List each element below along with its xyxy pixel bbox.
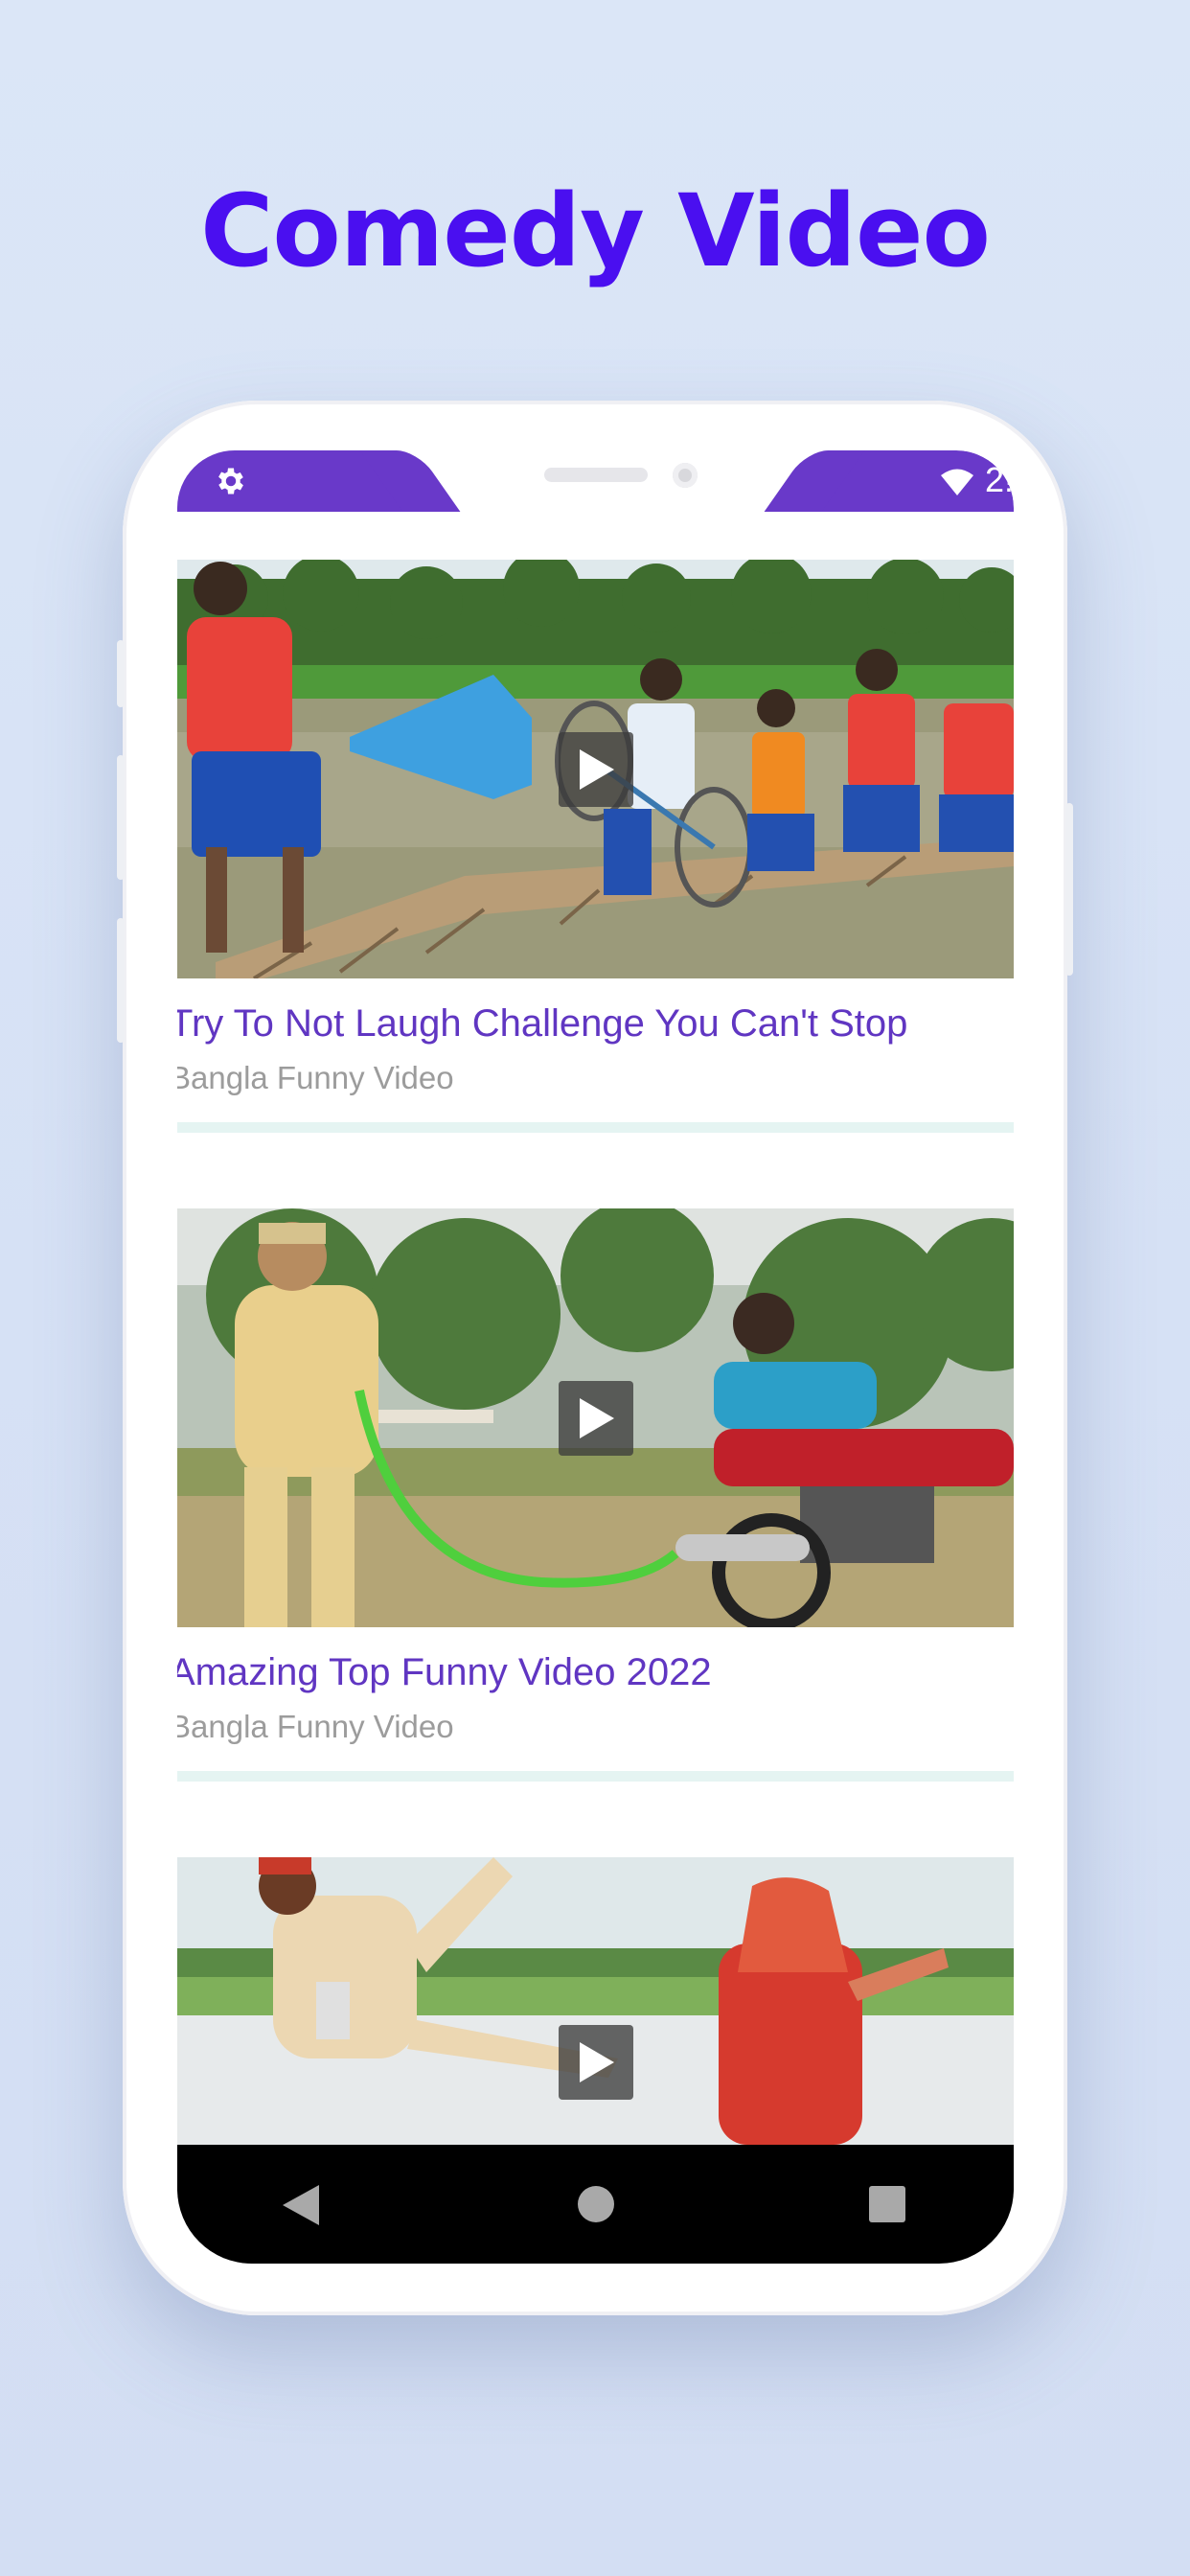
play-icon (580, 1398, 614, 1438)
video-channel: Bangla Funny Video (177, 1060, 454, 1095)
status-bar-left (177, 450, 412, 512)
thumbnail-image (177, 1857, 1014, 2145)
video-thumbnail[interactable] (177, 560, 1014, 978)
front-camera (673, 463, 698, 488)
system-navigation-bar (177, 2145, 1014, 2264)
video-title[interactable]: Amazing Top Funny Video 2022 (177, 1651, 1014, 1694)
video-channel: Bangla Funny Video (177, 1709, 454, 1744)
square-recents-icon[interactable] (869, 2186, 905, 2222)
triangle-back-icon[interactable] (283, 2185, 319, 2225)
promo-headline: Comedy Video (200, 172, 991, 289)
wifi-icon (941, 469, 973, 495)
phone-screen: 2! Try To Not Laugh Challenge You Can't … (177, 450, 1014, 2264)
play-button[interactable] (559, 1381, 633, 1456)
play-icon (580, 2042, 614, 2082)
phone-side-button (117, 640, 125, 707)
play-button[interactable] (559, 2025, 633, 2100)
phone-side-button (117, 755, 125, 880)
play-button[interactable] (559, 732, 633, 807)
phone-power-button (1065, 803, 1073, 976)
earpiece-speaker (544, 468, 648, 482)
settings-gear-icon[interactable] (214, 464, 248, 498)
video-thumbnail[interactable] (177, 1857, 1014, 2145)
status-bar-right: 2! (812, 450, 1014, 512)
circle-home-icon[interactable] (578, 2186, 614, 2222)
phone-side-button (117, 918, 125, 1043)
play-icon (580, 749, 614, 790)
video-thumbnail[interactable] (177, 1208, 1014, 1627)
video-title[interactable]: Try To Not Laugh Challenge You Can't Sto… (177, 1002, 1014, 1046)
card-divider (177, 1122, 1014, 1133)
card-divider (177, 1771, 1014, 1782)
status-time: 2! (984, 460, 1014, 499)
